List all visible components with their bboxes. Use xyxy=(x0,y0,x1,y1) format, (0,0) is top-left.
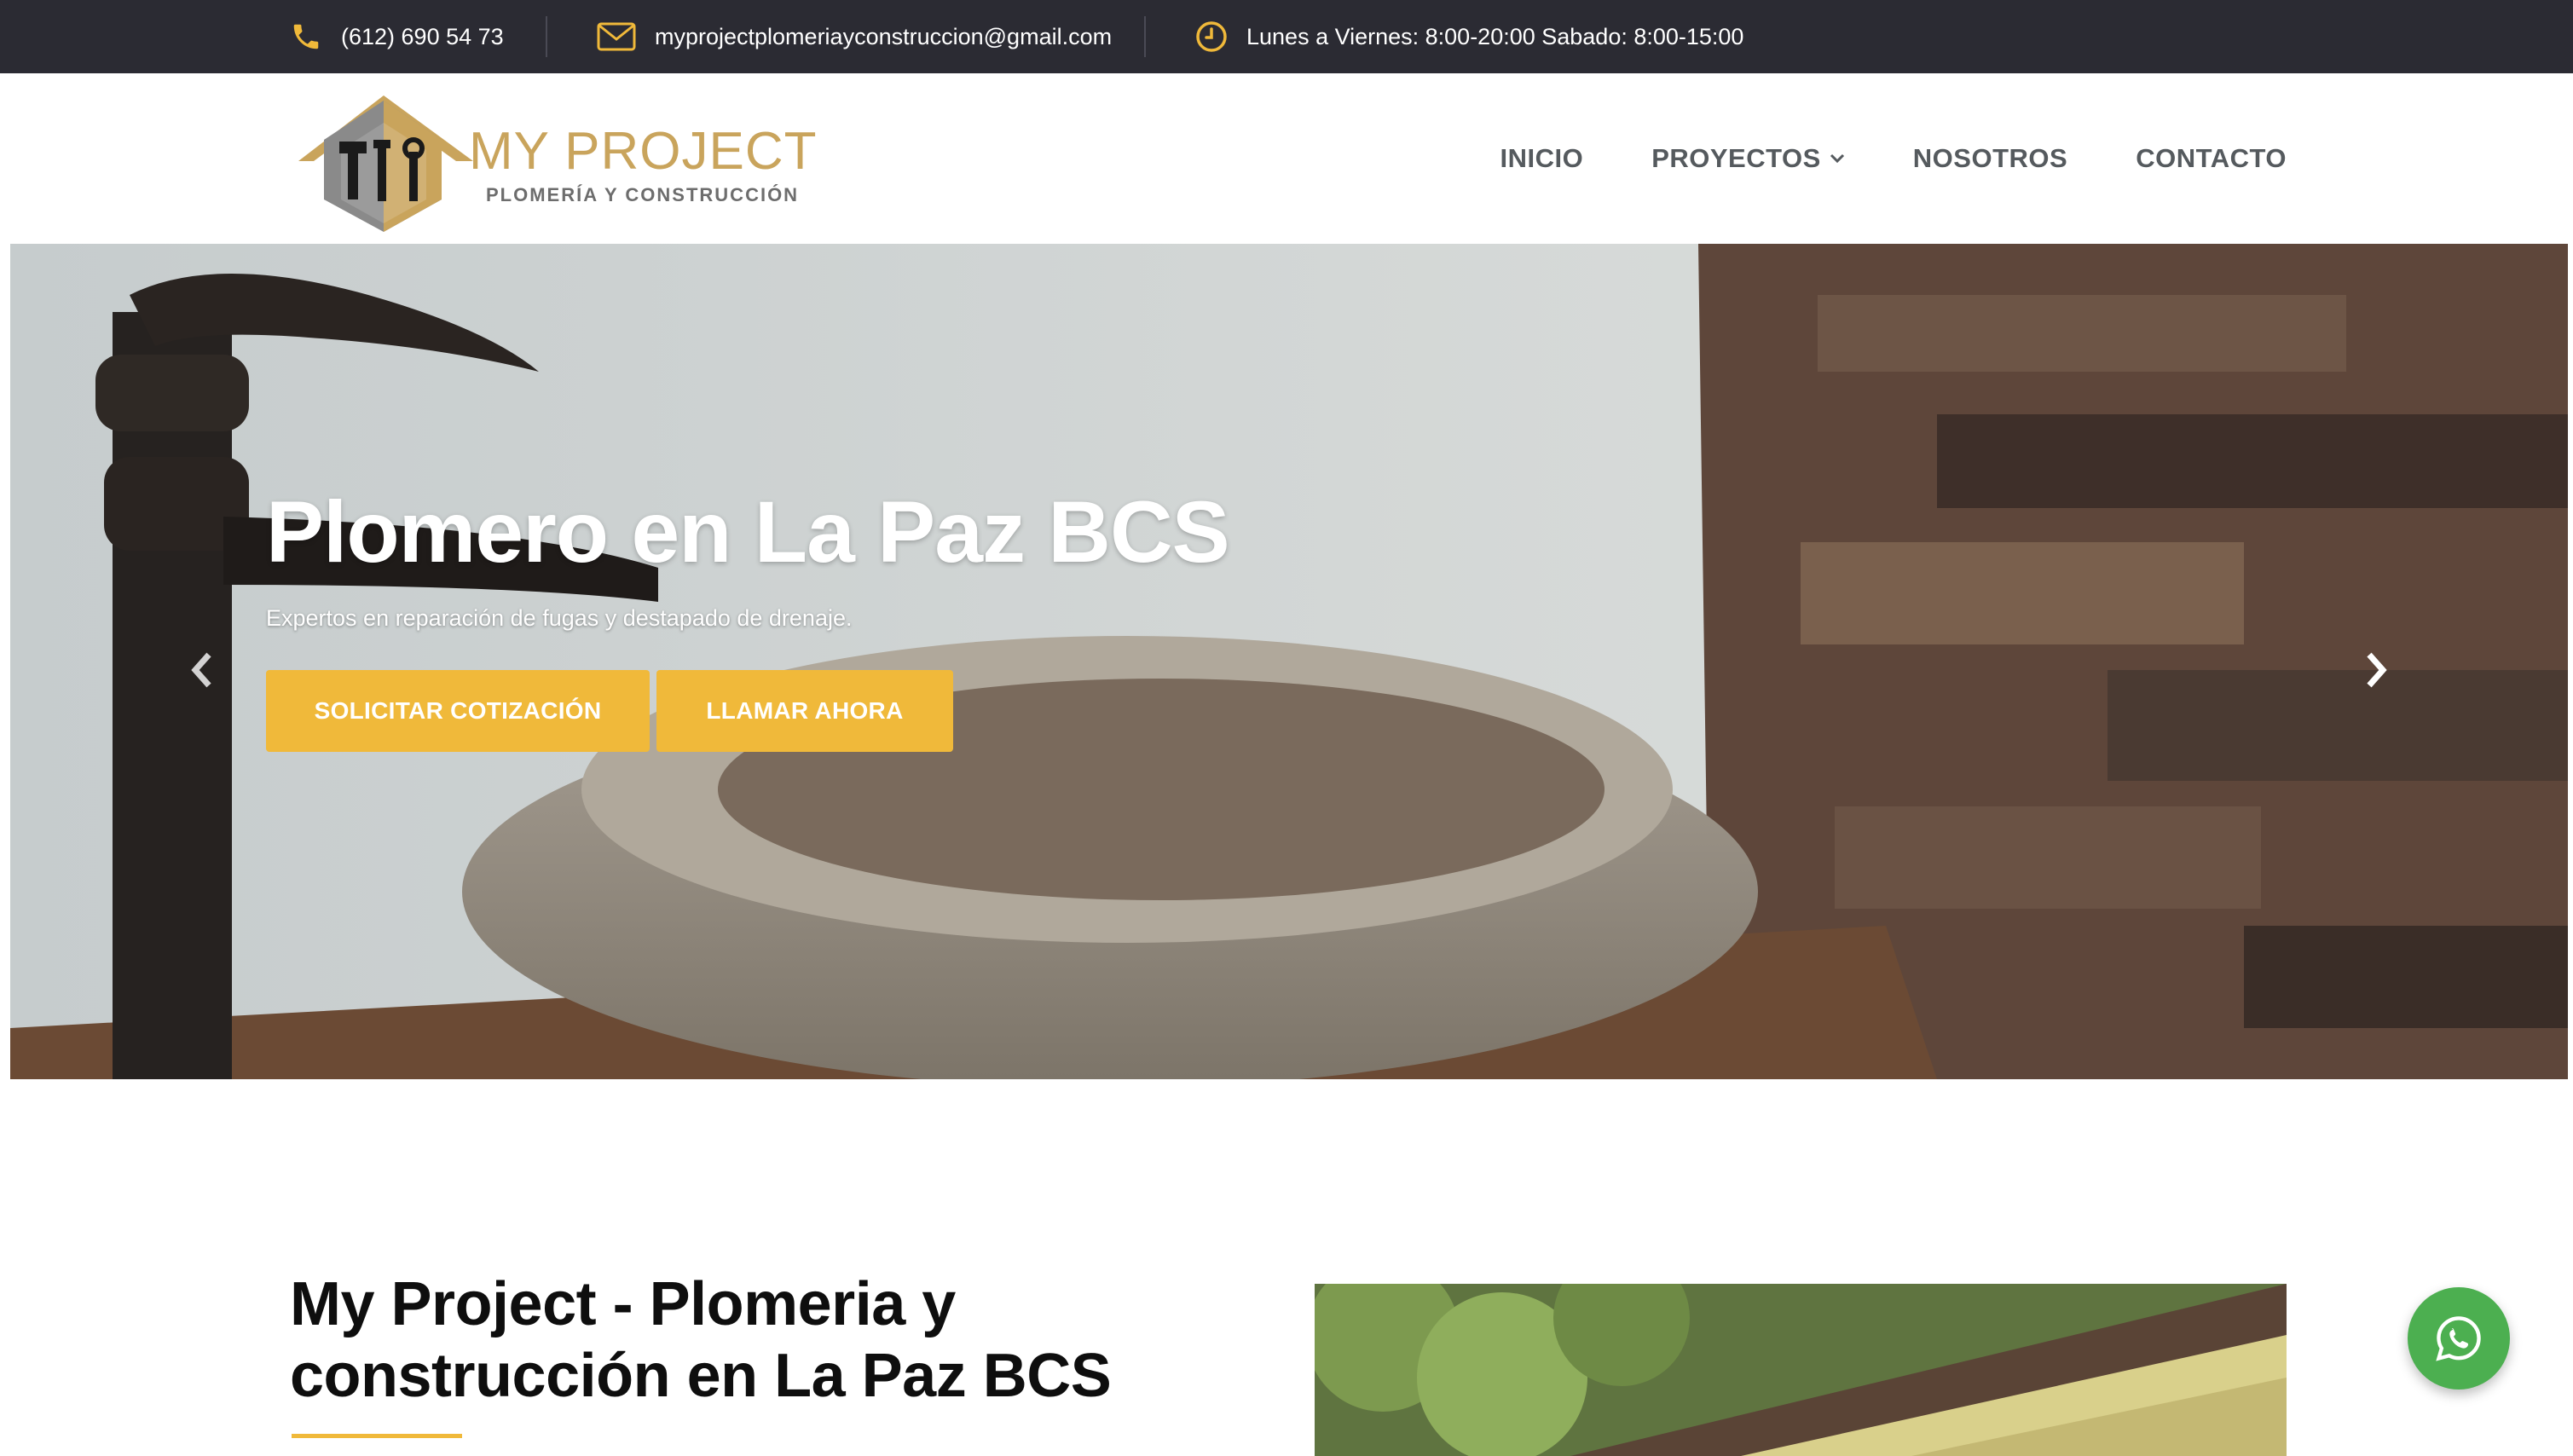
about-photo xyxy=(1315,1284,2287,1456)
phone-contact[interactable]: (612) 690 54 73 xyxy=(290,0,504,73)
nav-contacto[interactable]: CONTACTO xyxy=(2136,143,2287,174)
slider-prev-button[interactable] xyxy=(176,644,227,696)
site-logo[interactable]: MY PROJECT PLOMERÍA Y CONSTRUCCIÓN xyxy=(290,89,816,232)
about-heading-line2: construcción en La Paz BCS xyxy=(290,1342,1112,1410)
nav-label: PROYECTOS xyxy=(1651,143,1821,173)
phone-icon xyxy=(293,24,319,49)
logo-subtitle: PLOMERÍA Y CONSTRUCCIÓN xyxy=(486,184,800,205)
top-info-bar: (612) 690 54 73 myprojectplomeriayconstr… xyxy=(0,0,2573,73)
nav-label: INICIO xyxy=(1500,143,1584,173)
nav-proyectos[interactable]: PROYECTOS xyxy=(1651,143,1845,174)
whatsapp-button[interactable] xyxy=(2408,1287,2510,1390)
slider-next-button[interactable] xyxy=(2351,644,2402,696)
hero-subtitle: Expertos en reparación de fugas y destap… xyxy=(266,605,853,631)
request-quote-button[interactable]: SOLICITAR COTIZACIÓN xyxy=(266,670,650,752)
chevron-right-icon xyxy=(2367,652,2387,688)
nav-label: CONTACTO xyxy=(2136,143,2287,173)
hero-title: Plomero en La Paz BCS xyxy=(266,483,1230,581)
nav-label: NOSOTROS xyxy=(1912,143,2068,173)
call-now-button[interactable]: LLAMAR AHORA xyxy=(656,670,953,752)
hours-text: Lunes a Viernes: 8:00-20:00 Sabado: 8:00… xyxy=(1246,23,1744,49)
email-address: myprojectplomeriayconstruccion@gmail.com xyxy=(655,23,1113,49)
business-hours: Lunes a Viernes: 8:00-20:00 Sabado: 8:00… xyxy=(1195,0,1743,73)
nav-inicio[interactable]: INICIO xyxy=(1500,143,1583,174)
about-image xyxy=(1315,1284,2287,1456)
envelope-icon xyxy=(597,22,636,51)
main-nav: INICIO PROYECTOS NOSOTROS CONTACTO xyxy=(1431,73,2287,244)
divider xyxy=(546,16,547,57)
hero-background-image xyxy=(10,244,2568,1079)
chevron-left-icon xyxy=(191,652,211,688)
hero-slider: Plomero en La Paz BCS Expertos en repara… xyxy=(10,244,2568,1079)
about-heading: My Project - Plomeria y construcción en … xyxy=(290,1268,1228,1412)
house-tools-logo-icon xyxy=(298,95,473,232)
clock-icon xyxy=(1196,21,1227,52)
logo-title: MY PROJECT xyxy=(469,122,818,181)
chevron-down-icon xyxy=(1830,153,1844,164)
nav-nosotros[interactable]: NOSOTROS xyxy=(1913,143,2067,174)
whatsapp-icon xyxy=(2436,1316,2481,1361)
about-heading-line1: My Project - Plomeria y xyxy=(290,1270,956,1338)
heading-underline xyxy=(292,1434,462,1438)
site-header: MY PROJECT PLOMERÍA Y CONSTRUCCIÓN INICI… xyxy=(0,73,2573,244)
email-contact[interactable]: myprojectplomeriayconstruccion@gmail.com xyxy=(597,0,1112,73)
phone-number: (612) 690 54 73 xyxy=(341,23,504,49)
divider xyxy=(1144,16,1146,57)
